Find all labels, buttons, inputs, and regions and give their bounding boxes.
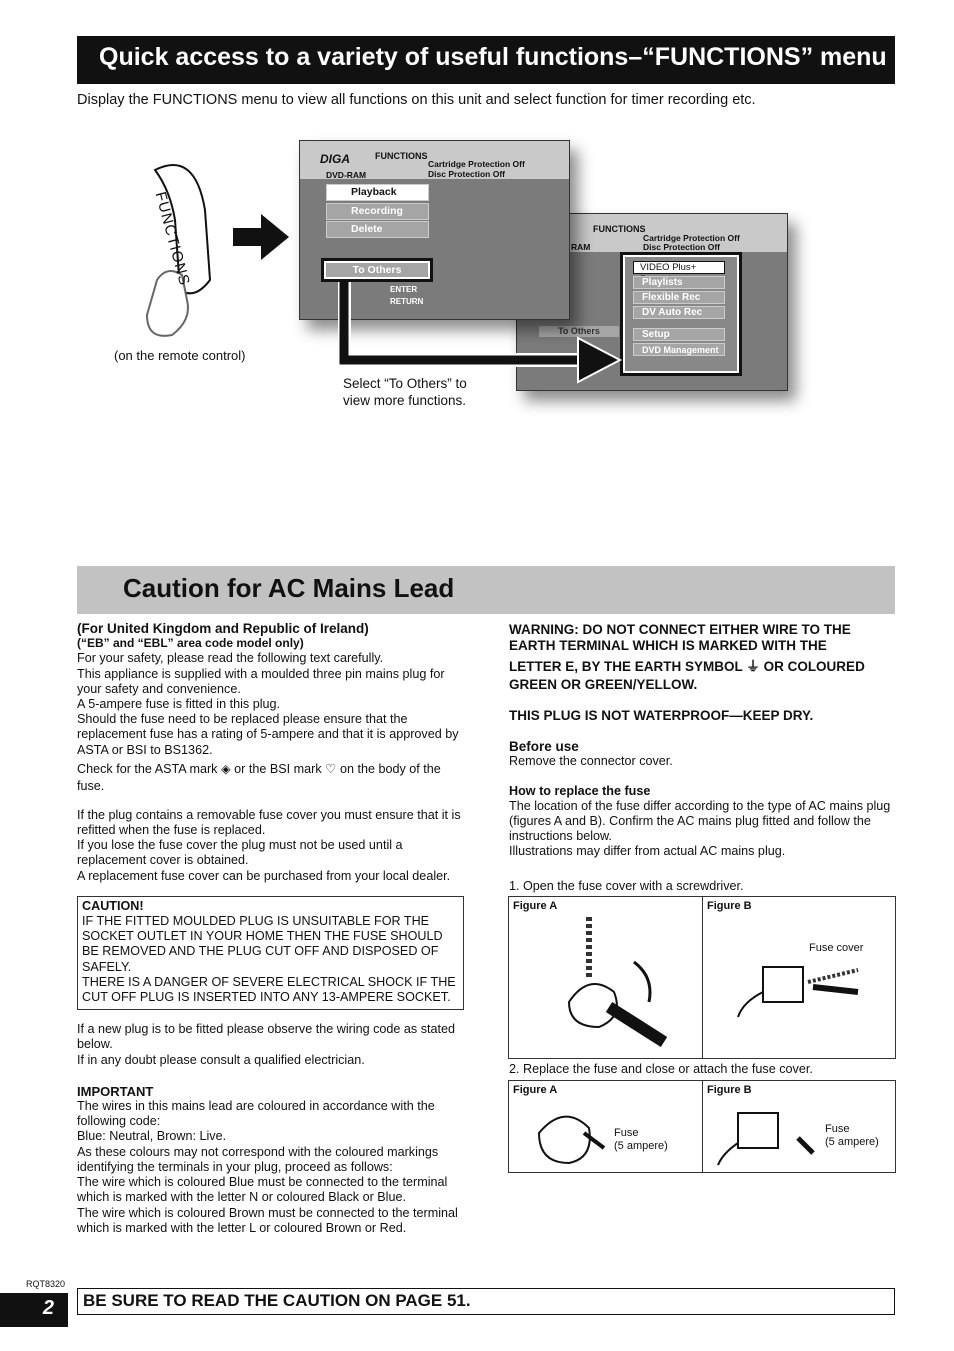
to-others-button[interactable]: To Others xyxy=(321,258,433,282)
section-title-functions: Quick access to a variety of useful func… xyxy=(77,36,895,84)
plug-a-fuse-illustration xyxy=(537,1115,606,1165)
document-code: RQT8320 xyxy=(26,1279,66,1289)
disc-type: DVD-RAM xyxy=(326,170,367,180)
asta-mark-icon: ◈ xyxy=(220,761,231,776)
menu-item-recording[interactable]: Recording xyxy=(326,203,429,220)
section-title-caution: Caution for AC Mains Lead xyxy=(77,566,895,614)
menu-item-video-plus[interactable]: VIDEO Plus+ Record xyxy=(633,261,725,285)
select-caption: Select “To Others” to view more functions… xyxy=(343,376,467,408)
intro-text: Display the FUNCTIONS menu to view all f… xyxy=(77,92,756,108)
menu-item-delete[interactable]: Delete xyxy=(326,221,429,238)
disc-protection: Disc Protection Off xyxy=(643,242,720,252)
menu-item-playlists[interactable]: Playlists xyxy=(633,276,725,289)
disc-type: RAM xyxy=(571,242,591,252)
menu-item-setup[interactable]: Setup xyxy=(633,328,725,341)
menu-item-dvd-management[interactable]: DVD Management xyxy=(633,343,725,356)
arrow-right-icon xyxy=(233,214,289,260)
caution-left-column: (For United Kingdom and Republic of Irel… xyxy=(77,621,465,1236)
menu-item-playback[interactable]: Playback xyxy=(326,184,429,201)
menu-item-flexible-rec[interactable]: Flexible Rec xyxy=(633,291,725,304)
screen-title: FUNCTIONS xyxy=(375,151,428,161)
cartridge-protection: Cartridge Protection Off xyxy=(428,159,525,169)
step-2: 2. Replace the fuse and close or attach … xyxy=(509,1062,813,1076)
page-number: 2 xyxy=(0,1293,68,1327)
caution-right-column: WARNING: DO NOT CONNECT EITHER WIRE TO T… xyxy=(509,622,891,859)
figure-replace-fuse: Figure A Fuse (5 ampere) Figure B Fuse (… xyxy=(508,1080,896,1173)
step-1: 1. Open the fuse cover with a screwdrive… xyxy=(509,879,744,893)
caution-notice: BE SURE TO READ THE CAUTION ON PAGE 51. xyxy=(77,1288,895,1315)
others-submenu: VIDEO Plus+ Record Playlists Flexible Re… xyxy=(620,252,742,376)
earth-symbol-icon: ⏚ xyxy=(746,659,760,674)
bsi-mark-icon: ♡ xyxy=(325,761,337,776)
plug-screwdriver-illustration xyxy=(567,917,668,1048)
disc-protection: Disc Protection Off xyxy=(428,169,505,179)
select-arrow-icon xyxy=(338,282,623,384)
screen-title: FUNCTIONS xyxy=(593,224,646,234)
caution-box: CAUTION! IF THE FITTED MOULDED PLUG IS U… xyxy=(77,895,464,1011)
plug-b-illustration xyxy=(737,966,859,1018)
remote-caption: (on the remote control) xyxy=(114,348,246,363)
figure-open-fuse-cover: Figure A Figure B Fuse cover xyxy=(508,896,896,1059)
remote-functions-button-illustration xyxy=(145,164,212,337)
plug-b-fuse-illustration xyxy=(717,1112,815,1166)
diga-logo: DIGA xyxy=(320,152,350,166)
menu-item-dv-auto-rec[interactable]: DV Auto Rec xyxy=(633,306,725,319)
